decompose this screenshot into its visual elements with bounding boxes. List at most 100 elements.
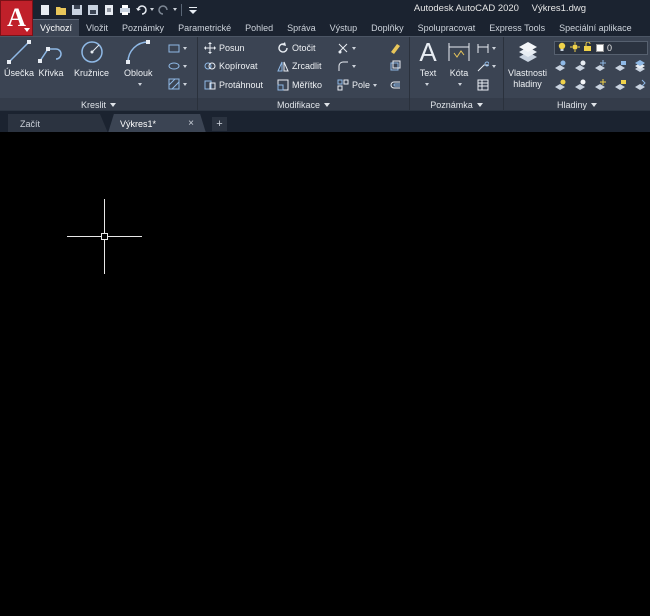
save-as-icon[interactable] bbox=[86, 3, 99, 16]
redo-dropdown-icon[interactable] bbox=[173, 8, 177, 11]
erase-tool[interactable] bbox=[388, 41, 401, 55]
app-name: Autodesk AutoCAD 2020 bbox=[413, 3, 519, 14]
rectangle-tool[interactable] bbox=[167, 41, 187, 55]
copy-tool[interactable]: Kopírovat bbox=[203, 59, 258, 73]
text-tool[interactable]: A Text bbox=[414, 39, 442, 78]
layer-unisolate-icon[interactable] bbox=[574, 79, 587, 92]
trim-dropdown-icon[interactable] bbox=[352, 46, 356, 50]
tab-start[interactable]: Začít bbox=[8, 114, 108, 133]
layer-isolate-icon[interactable] bbox=[574, 60, 587, 73]
window-title: Autodesk AutoCAD 2020 Výkres1.dwg bbox=[404, 3, 586, 14]
linear-dim-tool[interactable] bbox=[476, 41, 496, 55]
fillet-dropdown-icon[interactable] bbox=[352, 64, 356, 68]
lightbulb-icon bbox=[557, 42, 567, 54]
layer-lock-icon[interactable] bbox=[614, 60, 627, 73]
rectangle-icon bbox=[167, 42, 180, 55]
line-tool[interactable]: Úsečka bbox=[4, 39, 34, 78]
ellipse-dropdown-icon[interactable] bbox=[183, 64, 187, 68]
file-name: Výkres1.dwg bbox=[531, 3, 586, 14]
new-tab-button[interactable]: + bbox=[212, 117, 227, 131]
layer-unlock-icon[interactable] bbox=[614, 79, 627, 92]
ellipse-tool[interactable] bbox=[167, 59, 187, 73]
hatch-tool[interactable] bbox=[167, 77, 187, 91]
mirror-tool[interactable]: Zrcadlit bbox=[276, 59, 322, 73]
layer-thaw-icon[interactable] bbox=[594, 79, 607, 92]
layer-on-icon[interactable] bbox=[554, 79, 567, 92]
offset-tool[interactable] bbox=[388, 78, 401, 92]
tab-featured-apps[interactable]: Speciální aplikace bbox=[552, 19, 639, 36]
linear-dim-dropdown-icon[interactable] bbox=[492, 46, 496, 50]
arc-tool[interactable]: Oblouk bbox=[124, 39, 153, 78]
trim-tool[interactable] bbox=[336, 41, 356, 55]
array-dropdown-icon[interactable] bbox=[373, 83, 378, 87]
tab-view[interactable]: Pohled bbox=[238, 19, 280, 36]
polyline-tool[interactable]: Křivka bbox=[37, 39, 65, 78]
layer-tools-row-1 bbox=[554, 59, 647, 73]
dimension-label: Kóta bbox=[449, 68, 469, 78]
leader-tool[interactable] bbox=[476, 59, 496, 73]
print-icon[interactable] bbox=[118, 3, 131, 16]
text-dropdown-icon[interactable] bbox=[425, 83, 429, 86]
leader-icon bbox=[476, 60, 489, 73]
tab-express-tools[interactable]: Express Tools bbox=[482, 19, 552, 36]
customize-qat-icon[interactable] bbox=[186, 3, 199, 16]
drawing-canvas[interactable] bbox=[0, 132, 650, 616]
layer-properties-icon bbox=[514, 39, 542, 65]
layers-panel: Vlastnosti hladiny 0 Hladiny bbox=[504, 37, 650, 111]
save-icon[interactable] bbox=[70, 3, 83, 16]
cursor-pickbox bbox=[101, 233, 108, 240]
layer-dropdown[interactable]: 0 bbox=[554, 41, 648, 55]
array-tool[interactable]: Pole bbox=[336, 78, 378, 92]
dimension-tool[interactable]: Kóta bbox=[445, 39, 473, 78]
leader-dropdown-icon[interactable] bbox=[492, 64, 496, 68]
array-label: Pole bbox=[352, 80, 371, 90]
undo-icon[interactable] bbox=[134, 3, 147, 16]
array-icon bbox=[336, 79, 349, 92]
tab-insert[interactable]: Vložit bbox=[79, 19, 115, 36]
table-tool[interactable] bbox=[476, 78, 489, 92]
layer-match-icon[interactable] bbox=[634, 79, 647, 92]
rectangle-dropdown-icon[interactable] bbox=[183, 46, 187, 50]
tab-home[interactable]: Výchozí bbox=[33, 19, 80, 36]
dimension-icon bbox=[445, 39, 473, 65]
fillet-tool[interactable] bbox=[336, 59, 356, 73]
layer-freeze-icon[interactable] bbox=[594, 60, 607, 73]
mirror-icon bbox=[276, 60, 289, 73]
layer-off-icon[interactable] bbox=[554, 60, 567, 73]
open-web-icon[interactable] bbox=[102, 3, 115, 16]
dimension-dropdown-icon[interactable] bbox=[458, 83, 462, 86]
undo-dropdown-icon[interactable] bbox=[150, 8, 154, 11]
tab-parametric[interactable]: Parametrické bbox=[171, 19, 238, 36]
circle-label: Kružnice bbox=[74, 68, 110, 78]
document-tabs: Začít Výkres1* × + bbox=[0, 110, 650, 133]
rotate-tool[interactable]: Otočit bbox=[276, 41, 316, 55]
layer-properties-tool[interactable]: Vlastnosti hladiny bbox=[508, 39, 547, 89]
rotate-label: Otočit bbox=[292, 43, 316, 53]
open-folder-icon[interactable] bbox=[54, 3, 67, 16]
circle-tool[interactable]: Kružnice bbox=[74, 39, 109, 78]
modify-panel-dropdown-icon bbox=[324, 102, 331, 107]
layer-tools-row-2 bbox=[554, 78, 647, 92]
redo-icon[interactable] bbox=[157, 3, 170, 16]
explode-tool[interactable] bbox=[388, 59, 401, 73]
scale-tool[interactable]: Měřítko bbox=[276, 78, 322, 92]
text-label: Text bbox=[419, 68, 437, 78]
move-tool[interactable]: Posun bbox=[203, 41, 245, 55]
stretch-label: Protáhnout bbox=[219, 80, 264, 90]
stretch-tool[interactable]: Protáhnout bbox=[203, 78, 263, 92]
draw-panel-label: Kreslit bbox=[80, 99, 106, 110]
new-file-icon[interactable] bbox=[38, 3, 51, 16]
application-menu-button[interactable]: A bbox=[0, 0, 33, 36]
close-icon[interactable]: × bbox=[188, 118, 194, 129]
hatch-dropdown-icon[interactable] bbox=[183, 82, 187, 86]
arc-dropdown-icon[interactable] bbox=[138, 83, 142, 86]
tab-drawing[interactable]: Výkres1* × bbox=[108, 114, 206, 133]
tab-addins[interactable]: Doplňky bbox=[364, 19, 411, 36]
tab-output[interactable]: Výstup bbox=[323, 19, 365, 36]
tab-manage[interactable]: Správa bbox=[280, 19, 323, 36]
tab-annotate[interactable]: Poznámky bbox=[115, 19, 171, 36]
annotation-panel-label: Poznámka bbox=[430, 99, 473, 110]
layer-stack-icon[interactable] bbox=[634, 60, 647, 73]
tab-collaborate[interactable]: Spolupracovat bbox=[411, 19, 483, 36]
trim-icon bbox=[336, 42, 349, 55]
